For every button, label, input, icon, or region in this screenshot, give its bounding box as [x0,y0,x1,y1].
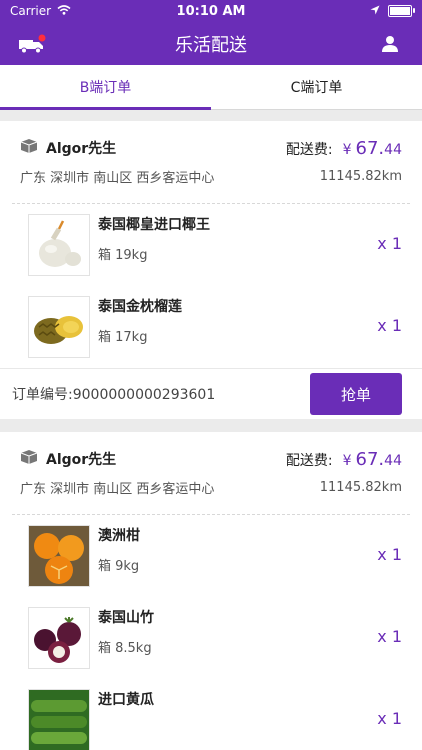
item-quantity: x 1 [377,545,402,564]
nav-bar: 乐活配送 [0,22,422,65]
fee-amount: 67.44 [355,137,402,159]
order-item: 泰国金枕榴莲 箱 17kg x 1 [0,286,422,368]
item-name: 泰国金枕榴莲 [98,299,182,315]
order-item: 澳洲柑 箱 9kg x 1 [0,515,422,597]
item-name: 泰国山竹 [98,610,154,626]
item-quantity: x 1 [377,627,402,646]
fee-currency: ¥ [342,452,352,469]
tab-c-orders[interactable]: C端订单 [211,65,422,109]
page-title: 乐活配送 [175,34,247,56]
fee-currency: ¥ [342,141,352,158]
delivery-address: 广东 深圳市 南山区 西乡客运中心 [20,481,215,497]
coconut-image [28,214,90,276]
delivery-distance: 11145.82km [319,168,402,184]
package-icon [20,138,38,158]
item-name: 泰国椰皇进口椰王 [98,217,210,233]
item-quantity: x 1 [377,316,402,335]
item-spec: 箱 8.5kg [98,641,152,656]
user-icon[interactable] [374,28,406,60]
item-spec: 箱 19kg [98,248,148,263]
delivery-address: 广东 深圳市 南山区 西乡客运中心 [20,170,215,186]
package-icon [20,449,38,469]
customer-name: Algor先生 [46,141,117,157]
order-list: Algor先生 配送费: ¥ 67.44 广东 深圳市 南山区 西乡客运中心 1… [0,110,422,750]
status-bar: Carrier 10:10 AM [0,0,422,22]
battery-level [390,7,410,15]
fee-label: 配送费: [285,141,333,158]
carrier-label: Carrier [10,4,52,18]
item-name: 进口黄瓜 [98,692,154,708]
customer-name: Algor先生 [46,452,117,468]
grab-order-button[interactable]: 抢单 [310,373,402,415]
item-quantity: x 1 [377,709,402,728]
order-card: Algor先生 配送费: ¥ 67.44 广东 深圳市 南山区 西乡客运中心 1… [0,432,422,750]
orange-image [28,525,90,587]
item-spec: 箱 9kg [98,559,140,574]
order-item: 泰国山竹 箱 8.5kg x 1 [0,597,422,679]
delivery-distance: 11145.82km [319,479,402,495]
location-arrow-icon [370,4,380,18]
order-tabs: B端订单 C端订单 [0,65,422,110]
order-card: Algor先生 配送费: ¥ 67.44 广东 深圳市 南山区 西乡客运中心 1… [0,121,422,419]
delivery-truck-icon[interactable] [16,28,48,60]
order-item: 泰国椰皇进口椰王 箱 19kg x 1 [0,204,422,286]
mangosteen-image [28,607,90,669]
active-tab-indicator [0,107,211,110]
order-item: 进口黄瓜 x 1 [0,679,422,750]
item-name: 澳洲柑 [98,528,140,544]
tab-b-orders[interactable]: B端订单 [0,65,211,109]
item-quantity: x 1 [377,234,402,253]
wifi-icon [57,4,71,18]
fee-label: 配送费: [285,452,333,469]
battery-icon [388,5,415,17]
fee-amount: 67.44 [355,448,402,470]
cucumber-image [28,689,90,750]
item-spec: 箱 17kg [98,330,148,345]
durian-image [28,296,90,358]
order-number: 订单编号:9000000000293601 [12,387,216,403]
